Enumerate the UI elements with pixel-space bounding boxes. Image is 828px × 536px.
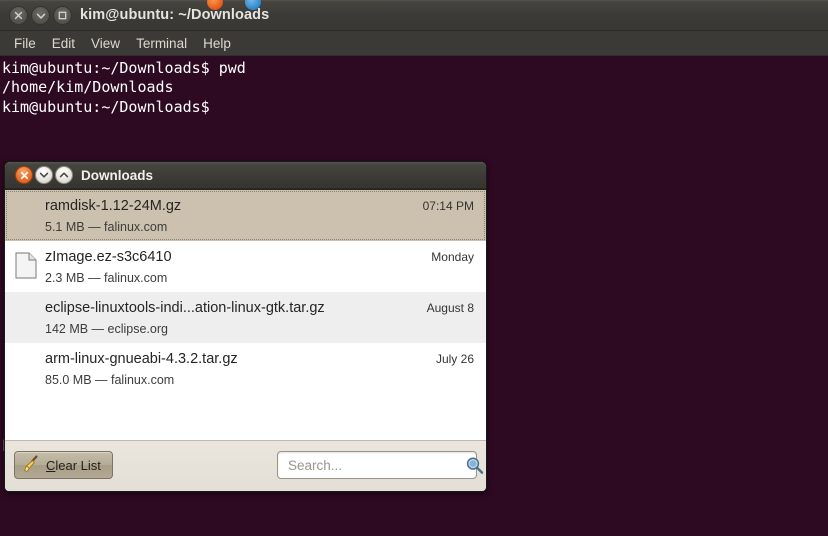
downloads-minimize-icon[interactable] (35, 166, 53, 184)
terminal-window-controls (9, 6, 72, 25)
download-item[interactable]: zImage.ez-s3c6410 2.3 MB — falinux.com M… (5, 241, 486, 292)
menu-item-edit[interactable]: Edit (44, 34, 83, 53)
downloads-window: Downloads ramdisk-1.12-24M.gz 5.1 MB — f… (4, 161, 487, 492)
terminal-line: kim@ubuntu:~/Downloads$ pwd (2, 59, 246, 77)
download-details: 2.3 MB — falinux.com (45, 271, 168, 285)
download-details: 142 MB — eclipse.org (45, 322, 168, 336)
clear-list-accel-char: C (46, 457, 56, 473)
download-filename: ramdisk-1.12-24M.gz (45, 198, 182, 214)
downloads-toolbar: Clear List (5, 440, 486, 491)
search-icon[interactable] (465, 456, 484, 475)
menu-item-help[interactable]: Help (195, 34, 239, 53)
download-filename: arm-linux-gnueabi-4.3.2.tar.gz (45, 351, 238, 367)
download-item[interactable]: arm-linux-gnueabi-4.3.2.tar.gz 85.0 MB —… (5, 343, 486, 394)
download-details: 5.1 MB — falinux.com (45, 220, 168, 234)
terminal-line: /home/kim/Downloads (2, 78, 174, 97)
clear-list-label-rest: lear List (55, 457, 101, 473)
downloads-title: Downloads (81, 168, 154, 183)
clear-list-button[interactable]: Clear List (14, 451, 113, 479)
terminal-menubar: File Edit View Terminal Help (0, 31, 828, 56)
downloads-close-icon[interactable] (15, 166, 33, 184)
document-file-icon (15, 252, 37, 279)
downloads-window-controls (15, 166, 73, 184)
clear-list-label: Clear List (46, 458, 101, 473)
menu-item-file[interactable]: File (6, 34, 44, 53)
download-timestamp: Monday (431, 250, 474, 264)
menu-item-terminal[interactable]: Terminal (128, 34, 195, 53)
terminal-close-icon[interactable] (9, 6, 28, 25)
menu-item-view[interactable]: View (83, 34, 128, 53)
terminal-titlebar[interactable]: kim@ubuntu: ~/Downloads (0, 0, 828, 31)
downloads-titlebar[interactable]: Downloads (5, 162, 486, 189)
download-timestamp: August 8 (426, 301, 474, 315)
terminal-minimize-icon[interactable] (31, 6, 50, 25)
downloads-list[interactable]: ramdisk-1.12-24M.gz 5.1 MB — falinux.com… (5, 189, 486, 440)
download-item[interactable]: ramdisk-1.12-24M.gz 5.1 MB — falinux.com… (5, 190, 486, 241)
download-timestamp: July 26 (435, 352, 474, 366)
search-box[interactable] (277, 451, 484, 479)
search-input[interactable] (288, 457, 465, 473)
download-item[interactable]: eclipse-linuxtools-indi...ation-linux-gt… (5, 292, 486, 343)
terminal-maximize-icon[interactable] (53, 6, 72, 25)
download-timestamp: 07:14 PM (422, 199, 474, 213)
download-filename: eclipse-linuxtools-indi...ation-linux-gt… (45, 300, 325, 316)
broom-icon (23, 454, 40, 476)
download-details: 85.0 MB — falinux.com (45, 373, 175, 387)
downloads-shade-icon[interactable] (55, 166, 73, 184)
download-filename: zImage.ez-s3c6410 (45, 249, 172, 265)
terminal-title: kim@ubuntu: ~/Downloads (80, 7, 270, 23)
terminal-line: kim@ubuntu:~/Downloads$ (2, 97, 210, 116)
